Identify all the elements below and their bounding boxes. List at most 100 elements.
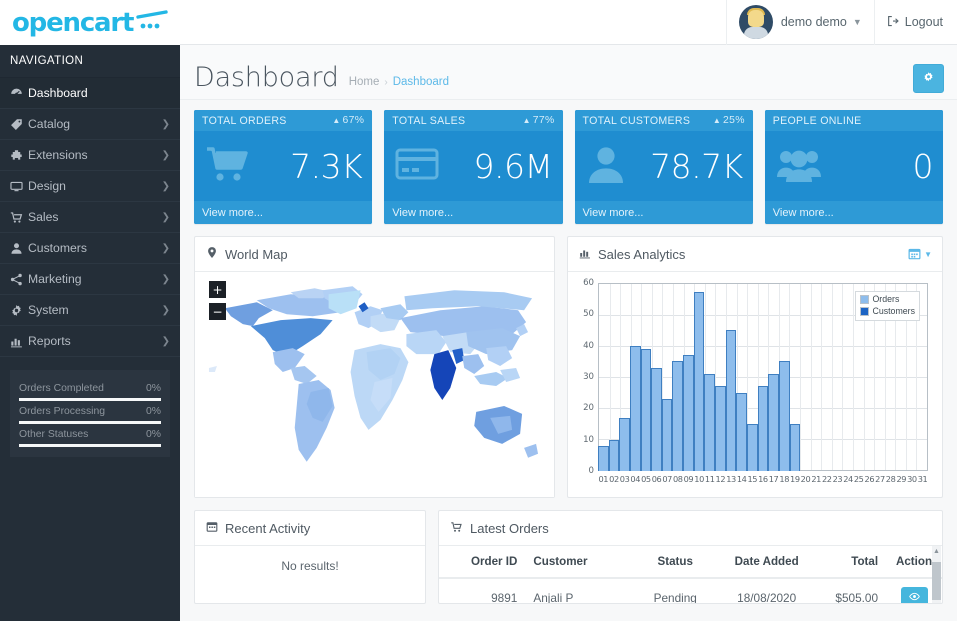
bar-chart-icon <box>579 247 591 262</box>
map-zoom-controls: + − <box>209 281 226 325</box>
map-zoom-out-button[interactable]: − <box>209 303 226 320</box>
tile-footer-label: View more... <box>202 207 263 219</box>
bar[interactable] <box>662 399 673 471</box>
x-axis-tick-label: 05 <box>641 474 652 484</box>
bar-group <box>758 283 769 471</box>
bar[interactable] <box>736 393 747 471</box>
logout-label: Logout <box>905 15 943 29</box>
trend-up-icon: ▲ <box>332 116 340 125</box>
legend-swatch <box>860 295 869 304</box>
y-axis-tick-label: 0 <box>589 466 594 476</box>
legend-label: Customers <box>872 306 915 318</box>
x-axis-tick-label: 12 <box>715 474 726 484</box>
tile-total-customers[interactable]: TOTAL CUSTOMERS ▲25% 78.7K View more... <box>575 110 753 224</box>
chart-range-selector[interactable]: ▼ <box>908 237 932 272</box>
sidebar: opencart ☰ NAVIGATION Dashboard <box>0 0 180 621</box>
bar-group <box>779 283 790 471</box>
bar[interactable] <box>779 361 790 471</box>
column-date-added: Date Added <box>718 546 815 578</box>
chevron-down-icon: ▼ <box>924 250 932 259</box>
bar[interactable] <box>694 292 705 471</box>
x-axis-tick-label: 02 <box>609 474 620 484</box>
sales-chart-body[interactable]: Orders Customers 0102030405060 <box>568 272 942 497</box>
tile-footer-label: View more... <box>583 207 644 219</box>
column-order-id: Order ID <box>439 546 525 578</box>
panel-header: World Map <box>195 237 554 272</box>
tile-view-more[interactable]: View more... <box>765 201 943 224</box>
logout-icon <box>887 15 899 30</box>
tile-view-more[interactable]: View more... <box>194 201 372 224</box>
bar-group <box>683 283 694 471</box>
scroll-up-icon[interactable]: ▲ <box>933 548 940 555</box>
bar[interactable] <box>630 346 641 471</box>
progress-fill <box>19 444 161 447</box>
bar[interactable] <box>683 355 694 471</box>
x-axis-tick-label: 21 <box>811 474 822 484</box>
x-axis-tick-label: 13 <box>726 474 737 484</box>
bar-group <box>715 283 726 471</box>
table-row[interactable]: 9891 Anjali P Pending 18/08/2020 $505.00 <box>439 578 942 603</box>
bar[interactable] <box>715 386 726 471</box>
map-zoom-in-button[interactable]: + <box>209 281 226 298</box>
bar-group <box>672 283 683 471</box>
bar-group <box>811 283 822 471</box>
bar[interactable] <box>651 368 662 471</box>
map-marker-icon <box>206 246 218 262</box>
x-axis-tick-label: 06 <box>651 474 662 484</box>
view-order-button[interactable] <box>901 587 928 603</box>
bar[interactable] <box>758 386 769 471</box>
table-scrollbar[interactable]: ▲ <box>932 546 941 603</box>
bar[interactable] <box>768 374 779 471</box>
recent-activity-body: No results! <box>195 546 425 586</box>
stat-tiles: TOTAL ORDERS ▲67% 7.3K View more... <box>194 110 943 224</box>
bar[interactable] <box>726 330 737 471</box>
bar-group <box>790 283 801 471</box>
tile-body: 78.7K <box>575 131 753 201</box>
bar[interactable] <box>790 424 801 471</box>
bar[interactable] <box>609 440 620 471</box>
bar[interactable] <box>672 361 683 471</box>
tile-view-more[interactable]: View more... <box>575 201 753 224</box>
latest-orders-table-wrapper: Order ID Customer Status Date Added Tota… <box>439 546 942 603</box>
tile-people-online[interactable]: PEOPLE ONLINE 0 View more... <box>765 110 943 224</box>
bar-group <box>832 283 843 471</box>
tile-header: PEOPLE ONLINE <box>765 110 943 131</box>
panel-title: World Map <box>225 247 288 262</box>
middle-row: World Map + − <box>194 236 943 498</box>
logout-button[interactable]: Logout <box>874 0 957 45</box>
breadcrumb-dashboard[interactable]: Dashboard <box>393 76 449 88</box>
bar[interactable] <box>619 418 630 471</box>
page-title: Dashboard <box>194 64 339 91</box>
bar[interactable] <box>598 446 609 471</box>
main-content: Dashboard Home › Dashboard TOTAL ORDERS <box>180 45 957 621</box>
tile-body: 9.6M <box>384 131 562 201</box>
x-axis-tick-label: 18 <box>779 474 790 484</box>
progress-fill <box>19 421 161 424</box>
empty-state-text: No results! <box>195 546 425 586</box>
chart-x-axis-labels: 0102030405060708091011121314151617181920… <box>598 474 928 484</box>
tile-view-more[interactable]: View more... <box>384 201 562 224</box>
y-axis-tick-label: 60 <box>583 278 594 288</box>
bar-group <box>800 283 811 471</box>
trend-up-icon: ▲ <box>523 116 531 125</box>
settings-button[interactable] <box>913 64 944 93</box>
latest-orders-table: Order ID Customer Status Date Added Tota… <box>439 546 942 603</box>
world-map-body[interactable]: + − <box>195 272 554 497</box>
scrollbar-thumb[interactable] <box>932 562 941 600</box>
bar[interactable] <box>704 374 715 471</box>
x-axis-tick-label: 04 <box>630 474 641 484</box>
breadcrumb-home[interactable]: Home <box>349 76 380 88</box>
tile-total-sales[interactable]: TOTAL SALES ▲77% 9.6M View more... <box>384 110 562 224</box>
user-menu[interactable]: demo demo ▼ <box>726 0 874 45</box>
x-axis-tick-label: 17 <box>768 474 779 484</box>
bar[interactable] <box>641 349 652 471</box>
x-axis-tick-label: 20 <box>800 474 811 484</box>
legend-entry-customers: Customers <box>860 306 915 318</box>
bar[interactable] <box>747 424 758 471</box>
x-axis-tick-label: 22 <box>821 474 832 484</box>
tile-header: TOTAL SALES ▲77% <box>384 110 562 131</box>
world-map-panel: World Map + − <box>194 236 555 498</box>
person-icon <box>586 144 626 189</box>
y-axis-tick-label: 20 <box>583 403 594 413</box>
tile-total-orders[interactable]: TOTAL ORDERS ▲67% 7.3K View more... <box>194 110 372 224</box>
